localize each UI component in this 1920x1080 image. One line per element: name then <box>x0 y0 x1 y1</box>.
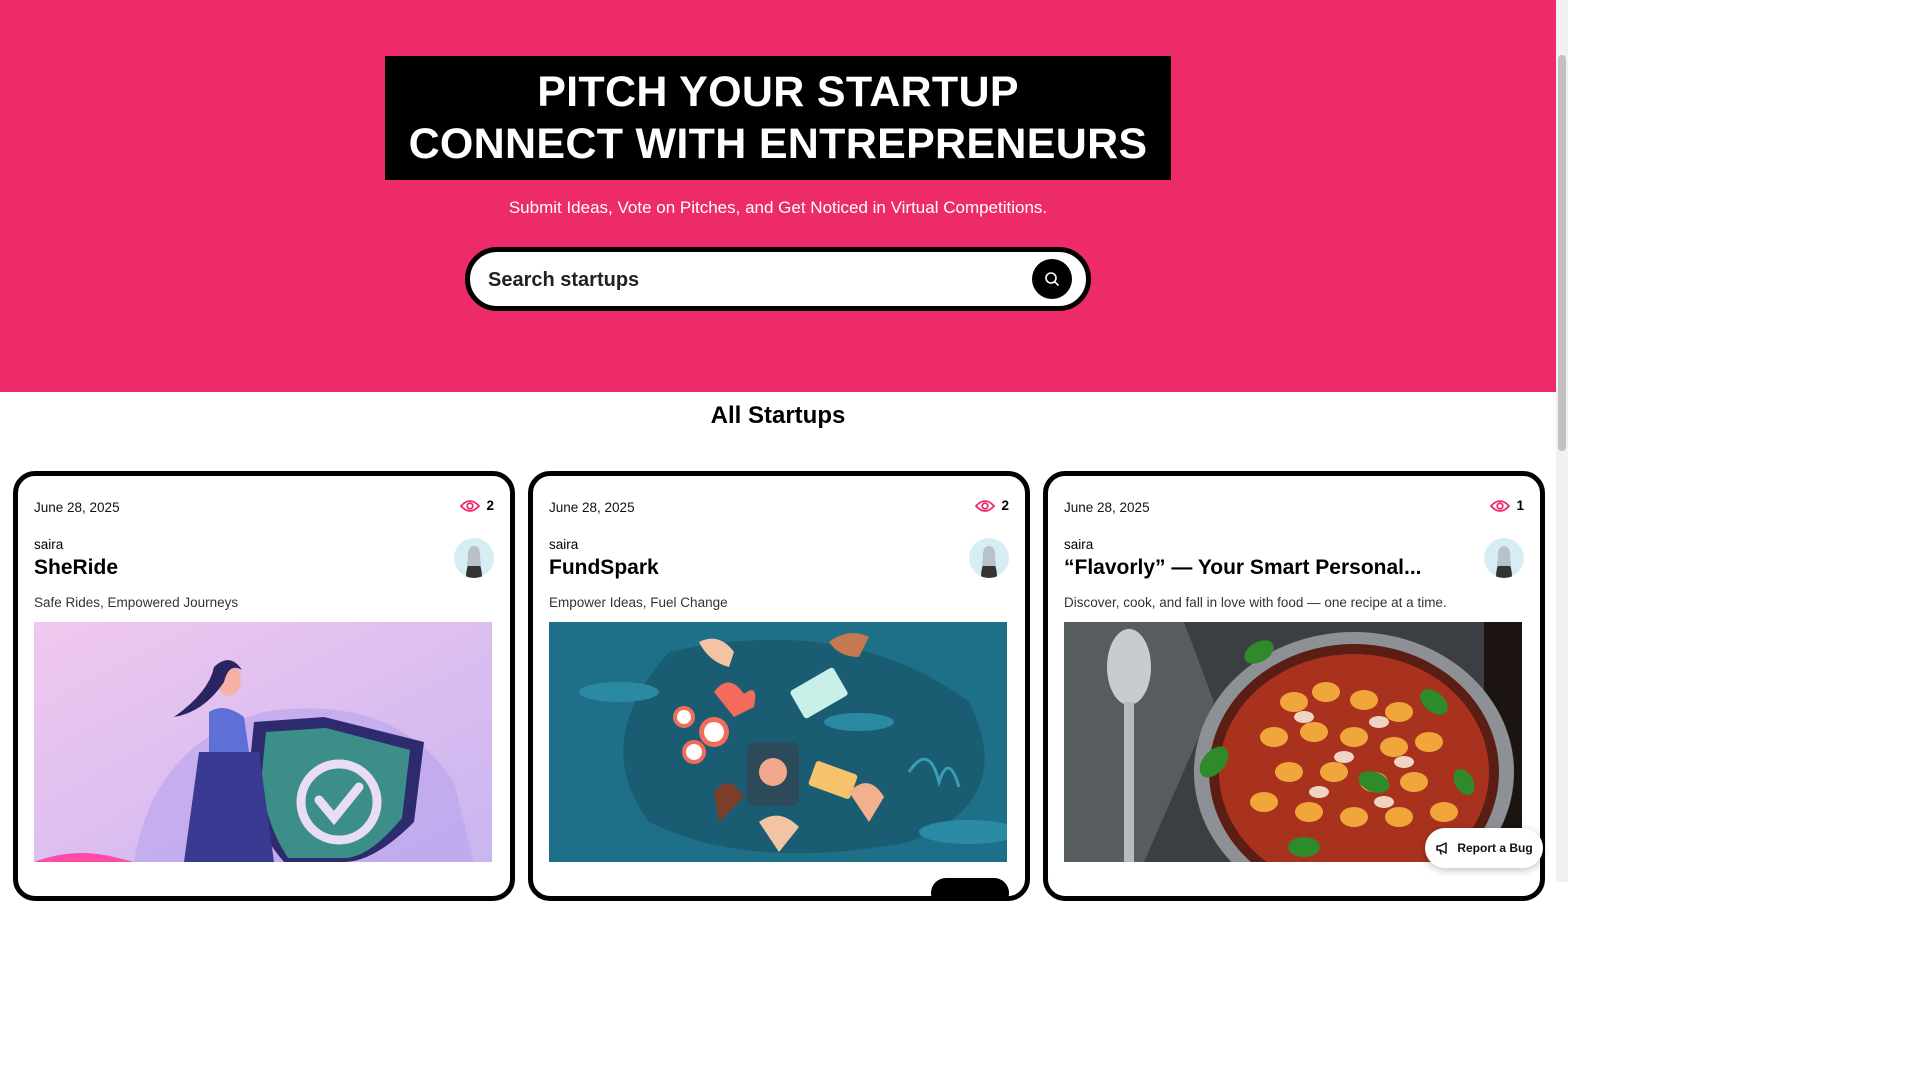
card-views: 2 <box>975 498 1009 513</box>
scrollbar-thumb[interactable] <box>1558 55 1566 451</box>
page-scrollbar[interactable] <box>1556 0 1568 882</box>
eye-icon <box>460 499 481 512</box>
report-bug-label: Report a Bug <box>1457 841 1533 855</box>
card-title[interactable]: “Flavorly” — Your Smart Personal... <box>1064 556 1464 580</box>
views-count: 1 <box>1516 498 1524 513</box>
views-count: 2 <box>1001 498 1009 513</box>
search-input[interactable] <box>486 260 1020 300</box>
avatar[interactable] <box>1484 538 1524 578</box>
avatar[interactable] <box>454 538 494 578</box>
card-title[interactable]: SheRide <box>34 556 434 580</box>
search-form <box>465 247 1091 311</box>
views-count: 2 <box>486 498 494 513</box>
card-image[interactable] <box>34 622 492 862</box>
hero-title-line1: PITCH YOUR STARTUP <box>537 68 1019 116</box>
details-button[interactable] <box>931 878 1009 896</box>
card-views: 1 <box>1490 498 1524 513</box>
card-date: June 28, 2025 <box>549 500 635 515</box>
startup-card[interactable]: June 28, 2025 2 saira FundSpark Empower … <box>528 471 1030 901</box>
card-views: 2 <box>460 498 494 513</box>
section-title: All Startups <box>710 402 846 429</box>
search-button[interactable] <box>1032 259 1072 299</box>
card-description: Safe Rides, Empowered Journeys <box>34 595 239 610</box>
report-bug-button[interactable]: Report a Bug <box>1425 828 1543 868</box>
hero-subtitle: Submit Ideas, Vote on Pitches, and Get N… <box>508 198 1048 217</box>
hero-title-line2: CONNECT WITH ENTREPRENEURS <box>408 120 1148 168</box>
card-author[interactable]: saira <box>549 537 578 552</box>
card-author[interactable]: saira <box>34 537 63 552</box>
hero-title: PITCH YOUR STARTUP CONNECT WITH ENTREPRE… <box>385 56 1171 180</box>
card-title[interactable]: FundSpark <box>549 556 949 580</box>
card-author[interactable]: saira <box>1064 537 1093 552</box>
megaphone-icon <box>1436 842 1448 855</box>
startup-card[interactable]: June 28, 2025 2 saira SheRide Safe Rides… <box>13 471 515 901</box>
card-image[interactable] <box>1064 622 1522 862</box>
card-description: Discover, cook, and fall in love with fo… <box>1064 595 1447 610</box>
search-icon <box>1045 272 1059 286</box>
eye-icon <box>975 499 996 512</box>
card-image[interactable] <box>549 622 1007 862</box>
avatar[interactable] <box>969 538 1009 578</box>
card-date: June 28, 2025 <box>34 500 120 515</box>
eye-icon <box>1490 499 1511 512</box>
hero-section: PITCH YOUR STARTUP CONNECT WITH ENTREPRE… <box>0 0 1556 392</box>
card-date: June 28, 2025 <box>1064 500 1150 515</box>
card-description: Empower Ideas, Fuel Change <box>549 595 728 610</box>
